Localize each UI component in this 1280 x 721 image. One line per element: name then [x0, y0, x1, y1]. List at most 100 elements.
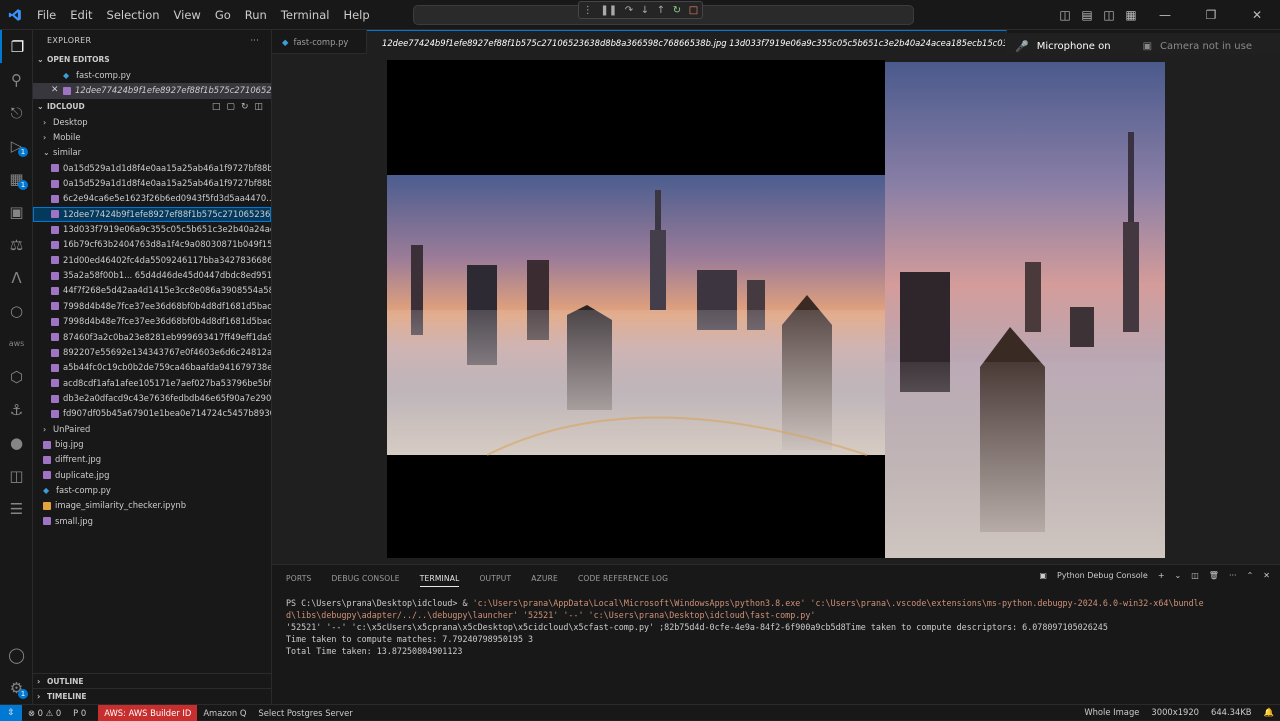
- file-item[interactable]: big.jpg: [33, 437, 271, 452]
- notifications-bell-icon[interactable]: 🔔: [1258, 707, 1280, 718]
- open-editors-header[interactable]: ⌄ OPEN EDITORS: [33, 52, 271, 68]
- search-icon[interactable]: ⚲: [0, 63, 33, 96]
- tab-fast-comp[interactable]: ◆ fast-comp.py: [272, 30, 367, 54]
- close-window-icon[interactable]: ✕: [1234, 8, 1280, 22]
- tab-azure[interactable]: AZURE: [531, 574, 558, 583]
- amazon-q-status[interactable]: Amazon Q: [197, 708, 252, 718]
- drag-handle-icon[interactable]: ⋮: [583, 5, 593, 16]
- postgres-status[interactable]: Select Postgres Server: [252, 708, 358, 718]
- menu-view[interactable]: View: [167, 0, 208, 30]
- toggle-panel-icon[interactable]: ▤: [1076, 8, 1098, 22]
- menu-go[interactable]: Go: [208, 0, 238, 30]
- docker-icon[interactable]: ⚓: [0, 393, 33, 426]
- file-item[interactable]: fd907df05b45a67901e1bea0e714724c5457b893…: [33, 406, 271, 421]
- file-item[interactable]: diffrent.jpg: [33, 452, 271, 467]
- file-item-selected[interactable]: 12dee77424b9f1efe8927ef88f1b575c27106523…: [33, 206, 271, 223]
- run-debug-icon[interactable]: ▷ 1: [0, 129, 33, 162]
- file-item[interactable]: 13d033f7919e06a9c355c05c5b651c3e2b40a24a…: [33, 222, 271, 237]
- file-item[interactable]: 87460f3a2c0ba23e8281eb999693417ff49eff1d…: [33, 330, 271, 345]
- timeline-section[interactable]: › TIMELINE: [33, 688, 271, 704]
- toggle-sidebar-icon[interactable]: ◫: [1054, 8, 1076, 22]
- image-zoom-mode[interactable]: Whole Image: [1078, 707, 1145, 718]
- menu-terminal[interactable]: Terminal: [274, 0, 337, 30]
- chevron-down-icon[interactable]: ⌄: [1175, 571, 1182, 580]
- collapse-all-icon[interactable]: ◫: [254, 99, 263, 115]
- testing-icon[interactable]: ⚖: [0, 228, 33, 261]
- customize-layout-icon[interactable]: ▦: [1120, 8, 1142, 22]
- file-item[interactable]: duplicate.jpg: [33, 468, 271, 483]
- open-editor-item[interactable]: ◆ fast-comp.py: [33, 68, 271, 83]
- workspace-header[interactable]: ⌄ IDCLOUD □ ▢ ↻ ◫: [33, 99, 271, 115]
- file-item[interactable]: ◆ fast-comp.py: [33, 483, 271, 498]
- open-editor-item-active[interactable]: ✕ 12dee77424b9f1efe8927ef88f1b575c271065…: [33, 83, 271, 99]
- file-item[interactable]: acd8cdf1afa1afee105171e7aef027ba53796be5…: [33, 376, 271, 391]
- menu-selection[interactable]: Selection: [100, 0, 167, 30]
- file-item[interactable]: 21d00ed46402fc4da5509246117bba3427836686…: [33, 253, 271, 268]
- account-icon[interactable]: ◯: [0, 638, 33, 671]
- file-item[interactable]: a5b44fc0c19cb0b2de759ca46baafda941679738…: [33, 360, 271, 375]
- split-terminal-icon[interactable]: ◫: [1191, 571, 1199, 580]
- tab-debug-console[interactable]: DEBUG CONSOLE: [331, 574, 399, 583]
- more-actions-icon[interactable]: ···: [250, 30, 259, 52]
- remote-explorer-icon[interactable]: ▣: [0, 195, 33, 228]
- file-item[interactable]: 6c2e94ca6e5e1623f26b6ed0943f5fd3d5aa4470…: [33, 191, 271, 206]
- more-actions-icon[interactable]: ···: [1229, 571, 1237, 580]
- extensions-icon[interactable]: ▦ 1: [0, 162, 33, 195]
- database-icon[interactable]: ◫: [0, 459, 33, 492]
- problems-count[interactable]: ⊗ 0 ⚠ 0: [22, 708, 67, 718]
- source-control-icon[interactable]: ⎋: [0, 96, 33, 129]
- trash-icon[interactable]: 🗑: [1209, 571, 1219, 580]
- tab-output[interactable]: OUTPUT: [479, 574, 511, 583]
- postgres-icon[interactable]: ●: [0, 426, 33, 459]
- close-panel-icon[interactable]: ✕: [1263, 571, 1270, 580]
- tab-ports[interactable]: PORTS: [286, 574, 311, 583]
- file-item[interactable]: 7998d4b48e7fce37ee36d68bf0b4d8df1681d5ba…: [33, 314, 271, 329]
- toggle-secondary-sidebar-icon[interactable]: ◫: [1098, 8, 1120, 22]
- file-item[interactable]: 892207e55692e134343767e0f4603e6d6c24812a…: [33, 345, 271, 360]
- menu-file[interactable]: File: [30, 0, 63, 30]
- folder-item[interactable]: › UnPaired: [33, 422, 271, 437]
- pause-icon[interactable]: ❚❚: [600, 5, 617, 16]
- tab-image-compare[interactable]: 12dee77424b9f1efe8927ef88f1b575c27106523…: [367, 30, 1007, 54]
- ports-count[interactable]: P 0: [67, 708, 92, 718]
- hexagon-icon[interactable]: ⬡: [0, 360, 33, 393]
- file-item[interactable]: 35a2a58f00b1... 65d4d46de45d0447dbdc8ed9…: [33, 268, 271, 283]
- refresh-icon[interactable]: ↻: [241, 99, 249, 115]
- file-item[interactable]: 16b79cf63b2404763d8a1f4c9a08030871b049f1…: [33, 237, 271, 252]
- tab-code-reference-log[interactable]: CODE REFERENCE LOG: [578, 574, 668, 583]
- file-item[interactable]: 0a15d529a1d1d8f4e0aa15a25ab46a1f9727bf88…: [33, 161, 271, 176]
- container-icon[interactable]: ○: [0, 294, 33, 327]
- layers-icon[interactable]: ☰: [0, 492, 33, 525]
- file-item[interactable]: 44f7f268e5d42aa4d1415e3cc8e086a3908554a5…: [33, 283, 271, 298]
- azure-icon[interactable]: Λ: [0, 261, 33, 294]
- stop-icon[interactable]: □: [689, 5, 698, 16]
- shell-selector[interactable]: Python Debug Console: [1057, 571, 1148, 580]
- tab-terminal[interactable]: TERMINAL: [419, 570, 460, 587]
- close-editor-icon[interactable]: ✕: [51, 83, 63, 98]
- remote-icon[interactable]: ⇳: [0, 704, 22, 721]
- explorer-icon[interactable]: ❐: [0, 30, 33, 63]
- image-preview-right[interactable]: [885, 62, 1165, 558]
- add-terminal-icon[interactable]: +: [1158, 571, 1165, 580]
- aws-status[interactable]: AWS: AWS Builder ID: [98, 704, 198, 721]
- image-preview-left[interactable]: [387, 60, 885, 558]
- settings-gear-icon[interactable]: ⚙ 1: [0, 671, 33, 704]
- terminal-output[interactable]: PS C:\Users\prana\Desktop\idcloud> & 'c:…: [286, 597, 1270, 657]
- restore-icon[interactable]: ❐: [1188, 8, 1234, 22]
- minimize-icon[interactable]: —: [1142, 8, 1188, 22]
- new-file-icon[interactable]: □: [212, 99, 221, 115]
- file-item[interactable]: image_similarity_checker.ipynb: [33, 498, 271, 513]
- folder-item[interactable]: › Mobile: [33, 130, 271, 145]
- menu-edit[interactable]: Edit: [63, 0, 99, 30]
- aws-icon[interactable]: aws: [0, 327, 33, 360]
- file-item[interactable]: 7998d4b48e7fce37ee36d68bf0b4d8df1681d5ba…: [33, 299, 271, 314]
- new-folder-icon[interactable]: ▢: [226, 99, 235, 115]
- step-out-icon[interactable]: ↑: [657, 5, 665, 16]
- menu-run[interactable]: Run: [238, 0, 274, 30]
- step-into-icon[interactable]: ↓: [641, 5, 649, 16]
- folder-item[interactable]: › Desktop: [33, 115, 271, 130]
- folder-item[interactable]: ⌄ similar: [33, 145, 271, 160]
- menu-help[interactable]: Help: [336, 0, 376, 30]
- file-item[interactable]: small.jpg: [33, 514, 271, 529]
- restart-icon[interactable]: ↻: [673, 5, 681, 16]
